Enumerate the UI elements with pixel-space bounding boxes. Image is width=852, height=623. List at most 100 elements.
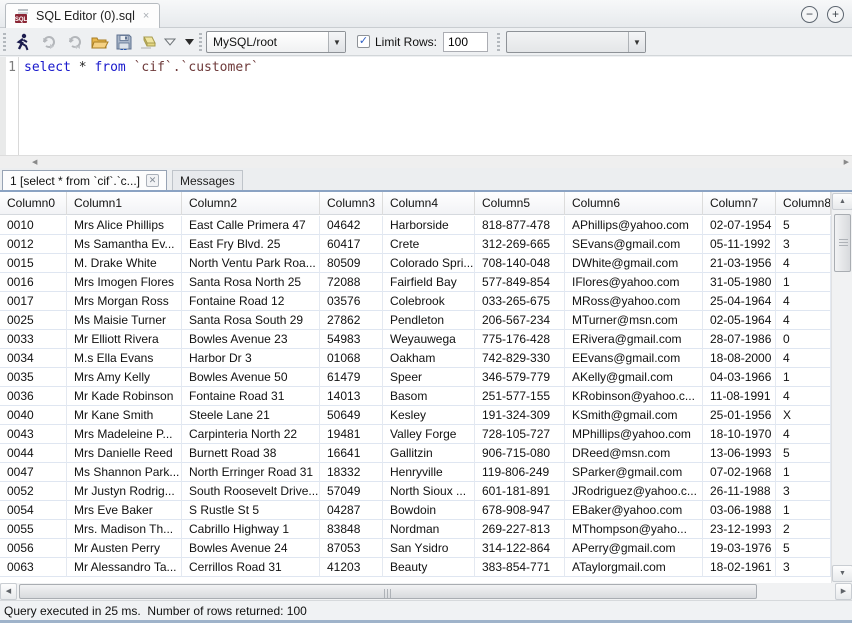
- table-cell[interactable]: Speer: [383, 368, 475, 387]
- chevron-down-icon[interactable]: ▼: [328, 32, 345, 52]
- table-cell[interactable]: Harborside: [383, 216, 475, 235]
- table-cell[interactable]: 0017: [0, 292, 67, 311]
- table-cell[interactable]: SParker@gmail.com: [565, 463, 703, 482]
- table-horizontal-scrollbar[interactable]: ◀ ▶: [0, 583, 852, 600]
- table-row[interactable]: 0063Mr Alessandro Ta...Cerrillos Road 31…: [0, 558, 831, 577]
- table-cell[interactable]: 18-08-2000: [703, 349, 776, 368]
- table-cell[interactable]: Fontaine Road 31: [182, 387, 320, 406]
- editor-horizontal-scrollbar[interactable]: ◀ ▶: [0, 155, 852, 168]
- dropdown-chevron-icon[interactable]: [162, 31, 178, 53]
- sql-statement[interactable]: select * from `cif`.`customer`: [24, 60, 259, 75]
- snippet-combo[interactable]: ▼: [506, 31, 646, 53]
- table-cell[interactable]: 61479: [320, 368, 383, 387]
- table-row[interactable]: 0056Mr Austen PerryBowles Avenue 2487053…: [0, 539, 831, 558]
- table-cell[interactable]: North Sioux ...: [383, 482, 475, 501]
- table-cell[interactable]: 02-07-1954: [703, 216, 776, 235]
- table-cell[interactable]: 03576: [320, 292, 383, 311]
- table-cell[interactable]: 0054: [0, 501, 67, 520]
- rerun-statements-icon[interactable]: [64, 31, 86, 53]
- table-cell[interactable]: 03-06-1988: [703, 501, 776, 520]
- result-set-tab[interactable]: 1 [select * from `cif`.`c...] ✕: [2, 170, 167, 190]
- scroll-up-icon[interactable]: ▲: [832, 193, 852, 210]
- column-header[interactable]: Column8: [776, 192, 831, 215]
- table-cell[interactable]: Santa Rosa North 25: [182, 273, 320, 292]
- table-cell[interactable]: 0052: [0, 482, 67, 501]
- table-cell[interactable]: Valley Forge: [383, 425, 475, 444]
- table-cell[interactable]: 0047: [0, 463, 67, 482]
- table-cell[interactable]: 906-715-080: [475, 444, 565, 463]
- table-cell[interactable]: EBaker@yahoo.com: [565, 501, 703, 520]
- table-cell[interactable]: DReed@msn.com: [565, 444, 703, 463]
- table-cell[interactable]: 72088: [320, 273, 383, 292]
- table-cell[interactable]: 13-06-1993: [703, 444, 776, 463]
- table-cell[interactable]: 269-227-813: [475, 520, 565, 539]
- minimize-view-button[interactable]: −: [801, 6, 818, 23]
- table-cell[interactable]: 25-01-1956: [703, 406, 776, 425]
- table-cell[interactable]: 251-577-155: [475, 387, 565, 406]
- table-row[interactable]: 0034M.s Ella EvansHarbor Dr 301068Oakham…: [0, 349, 831, 368]
- table-cell[interactable]: Mr Elliott Rivera: [67, 330, 182, 349]
- column-header[interactable]: Column6: [565, 192, 703, 215]
- table-cell[interactable]: 04642: [320, 216, 383, 235]
- table-cell[interactable]: 383-854-771: [475, 558, 565, 577]
- table-row[interactable]: 0025Ms Maisie TurnerSanta Rosa South 292…: [0, 311, 831, 330]
- table-row[interactable]: 0012Ms Samantha Ev...East Fry Blvd. 2560…: [0, 235, 831, 254]
- table-cell[interactable]: 04287: [320, 501, 383, 520]
- table-cell[interactable]: 3: [776, 482, 831, 501]
- table-cell[interactable]: ATaylorgmail.com: [565, 558, 703, 577]
- table-cell[interactable]: 0025: [0, 311, 67, 330]
- table-cell[interactable]: 4: [776, 254, 831, 273]
- table-cell[interactable]: 31-05-1980: [703, 273, 776, 292]
- table-cell[interactable]: 80509: [320, 254, 383, 273]
- editor-tab-sql[interactable]: SQL SQL Editor (0).sql ×: [5, 3, 160, 28]
- table-cell[interactable]: 11-08-1991: [703, 387, 776, 406]
- column-header[interactable]: Column5: [475, 192, 565, 215]
- table-cell[interactable]: 708-140-048: [475, 254, 565, 273]
- table-cell[interactable]: Ms Maisie Turner: [67, 311, 182, 330]
- table-cell[interactable]: 314-122-864: [475, 539, 565, 558]
- table-cell[interactable]: 18-10-1970: [703, 425, 776, 444]
- table-cell[interactable]: 19481: [320, 425, 383, 444]
- table-cell[interactable]: Colebrook: [383, 292, 475, 311]
- table-cell[interactable]: 0: [776, 330, 831, 349]
- table-cell[interactable]: 1: [776, 368, 831, 387]
- column-header[interactable]: Column7: [703, 192, 776, 215]
- limit-rows-checkbox[interactable]: ✓: [357, 35, 370, 48]
- column-header[interactable]: Column1: [67, 192, 182, 215]
- table-cell[interactable]: Mrs Imogen Flores: [67, 273, 182, 292]
- table-cell[interactable]: 01068: [320, 349, 383, 368]
- table-cell[interactable]: Oakham: [383, 349, 475, 368]
- table-cell[interactable]: Nordman: [383, 520, 475, 539]
- table-cell[interactable]: Mrs Morgan Ross: [67, 292, 182, 311]
- run-statement-icon[interactable]: [38, 31, 60, 53]
- close-icon[interactable]: ✕: [146, 174, 159, 187]
- table-cell[interactable]: 4: [776, 292, 831, 311]
- table-vertical-scrollbar[interactable]: ▲ ▼: [831, 192, 852, 583]
- table-cell[interactable]: 4: [776, 311, 831, 330]
- table-cell[interactable]: 26-11-1988: [703, 482, 776, 501]
- table-cell[interactable]: Fairfield Bay: [383, 273, 475, 292]
- table-cell[interactable]: 191-324-309: [475, 406, 565, 425]
- column-header[interactable]: Column3: [320, 192, 383, 215]
- table-cell[interactable]: 18-02-1961: [703, 558, 776, 577]
- table-cell[interactable]: Beauty: [383, 558, 475, 577]
- column-header[interactable]: Column2: [182, 192, 320, 215]
- table-cell[interactable]: North Erringer Road 31: [182, 463, 320, 482]
- table-row[interactable]: 0044Mrs Danielle ReedBurnett Road 381664…: [0, 444, 831, 463]
- table-cell[interactable]: 02-05-1964: [703, 311, 776, 330]
- table-row[interactable]: 0015M. Drake WhiteNorth Ventu Park Roa..…: [0, 254, 831, 273]
- table-cell[interactable]: 0044: [0, 444, 67, 463]
- table-cell[interactable]: 16641: [320, 444, 383, 463]
- table-cell[interactable]: East Fry Blvd. 25: [182, 235, 320, 254]
- table-cell[interactable]: Santa Rosa South 29: [182, 311, 320, 330]
- table-cell[interactable]: San Ysidro: [383, 539, 475, 558]
- table-cell[interactable]: 5: [776, 444, 831, 463]
- connection-combo[interactable]: MySQL/root ▼: [206, 31, 346, 53]
- table-cell[interactable]: M.s Ella Evans: [67, 349, 182, 368]
- table-cell[interactable]: 4: [776, 425, 831, 444]
- table-row[interactable]: 0033Mr Elliott RiveraBowles Avenue 23549…: [0, 330, 831, 349]
- table-cell[interactable]: Fontaine Road 12: [182, 292, 320, 311]
- table-cell[interactable]: MThompson@yaho...: [565, 520, 703, 539]
- table-cell[interactable]: Bowles Avenue 50: [182, 368, 320, 387]
- table-cell[interactable]: 775-176-428: [475, 330, 565, 349]
